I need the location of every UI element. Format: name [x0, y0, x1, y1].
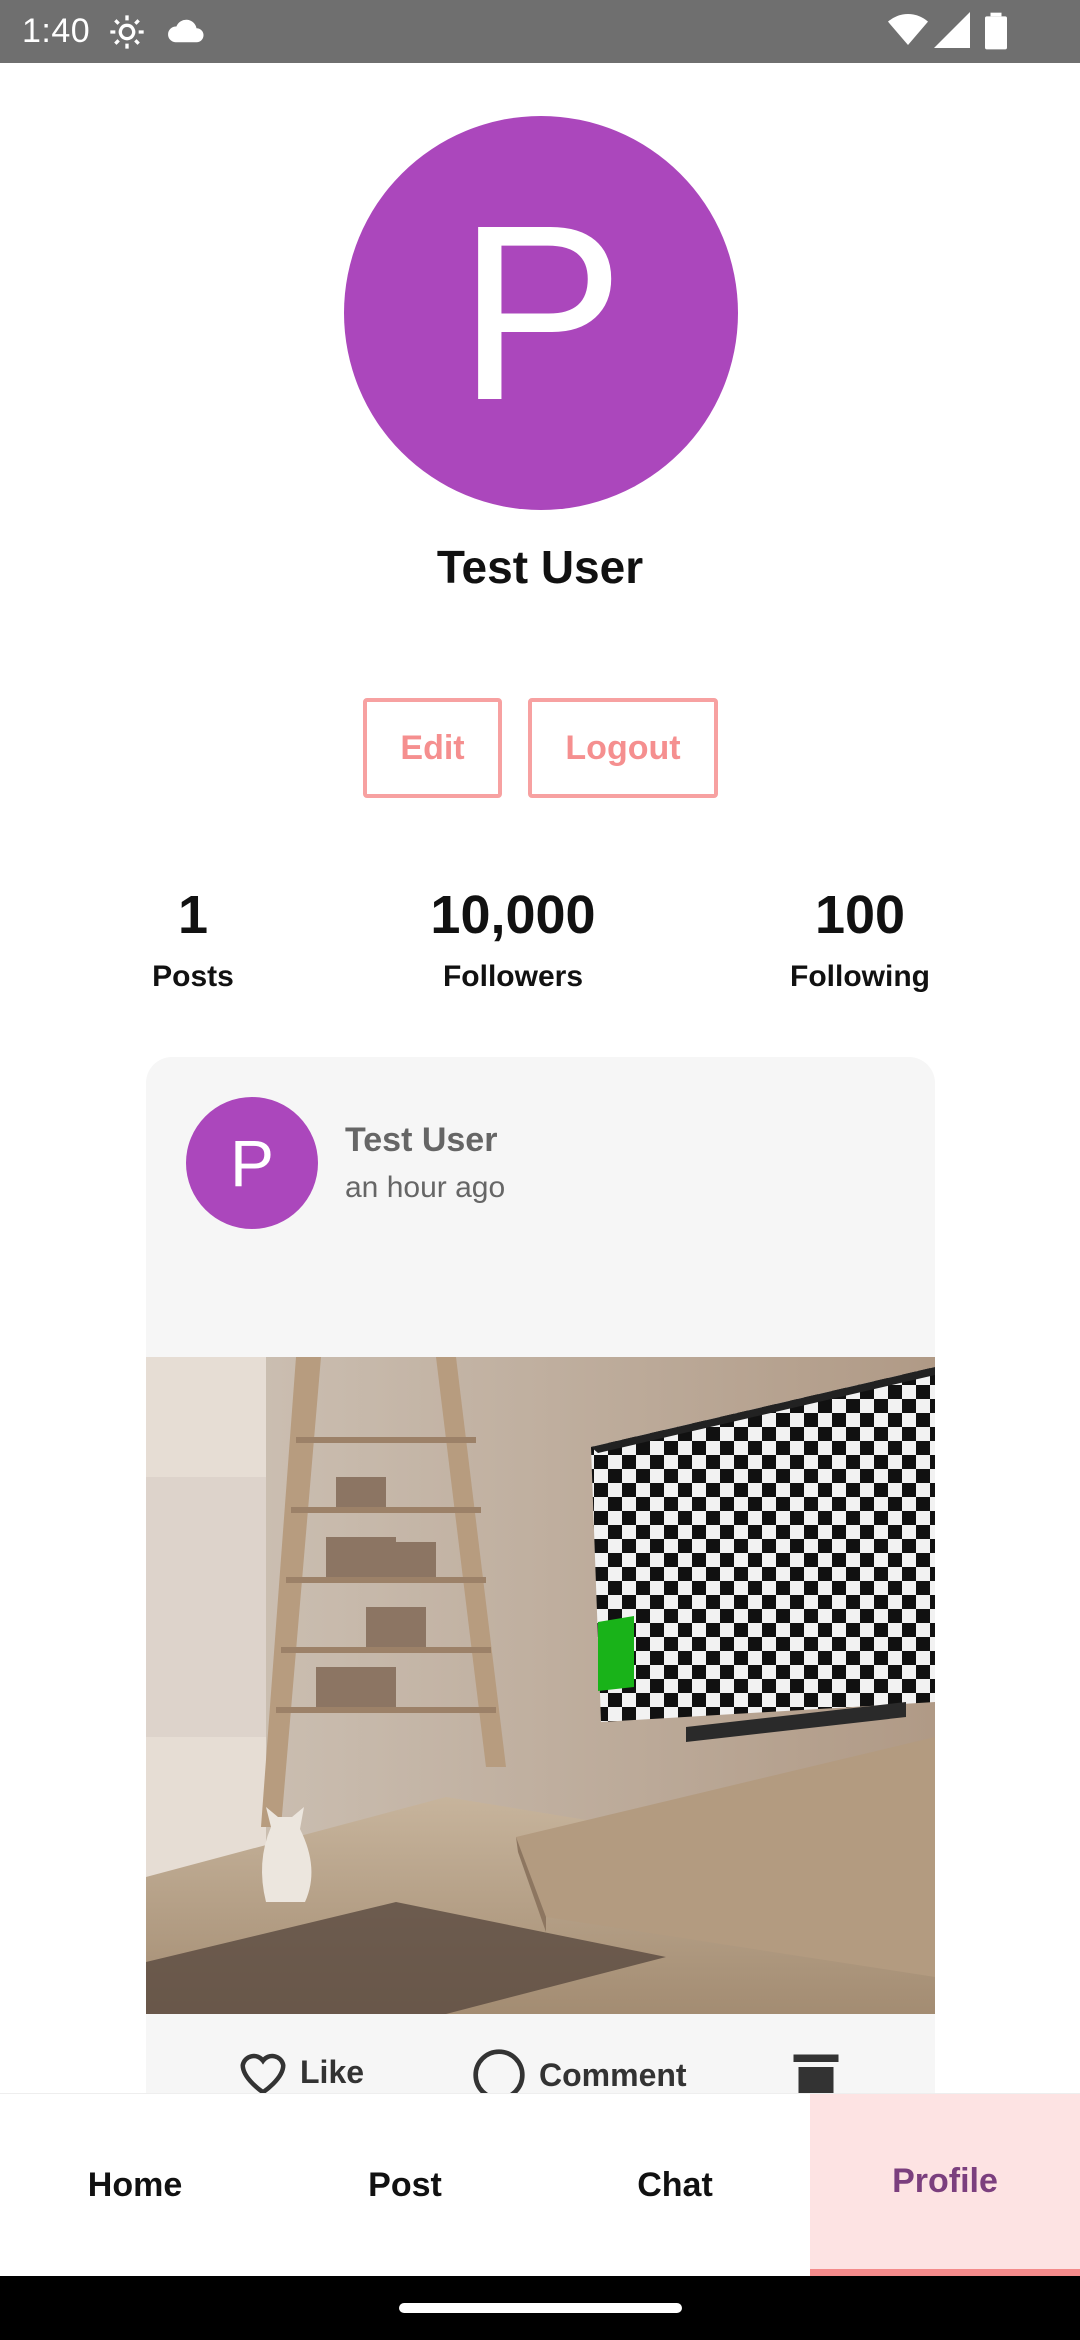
post-author-name[interactable]: Test User [345, 1121, 497, 1160]
like-button[interactable]: Like [236, 2047, 364, 2097]
wifi-icon [888, 14, 928, 45]
post-avatar-letter: P [229, 1126, 275, 1200]
nav-profile[interactable]: Profile [810, 2094, 1080, 2277]
stat-following-value: 100 [814, 885, 906, 945]
cloud-icon [168, 19, 204, 43]
battery-icon [985, 12, 1007, 50]
comment-label: Comment [539, 2056, 687, 2093]
stat-followers-value: 10,000 [430, 885, 596, 945]
logout-button[interactable]: Logout [528, 698, 718, 798]
post-timestamp: an hour ago [345, 1171, 506, 1204]
post-image[interactable] [146, 1357, 935, 2014]
stat-followers: 10,000 Followers [363, 880, 663, 994]
stat-followers-label: Followers [442, 960, 584, 993]
settings-icon [110, 15, 144, 49]
profile-avatar-letter: P [457, 173, 625, 452]
heart-icon [240, 2053, 286, 2095]
home-indicator[interactable] [399, 2303, 682, 2313]
edit-button[interactable]: Edit [363, 698, 502, 798]
stat-posts-label: Posts [152, 960, 234, 993]
stat-posts-value: 1 [177, 885, 209, 945]
nav-chat[interactable]: Chat [540, 2094, 810, 2277]
bottom-navigation: Home Post Chat Profile [0, 2093, 1080, 2277]
nav-post[interactable]: Post [270, 2094, 540, 2277]
status-bar: 1:40 [0, 0, 1080, 63]
stat-posts: 1 Posts [43, 880, 343, 994]
post-author-avatar[interactable]: P [186, 1097, 318, 1229]
profile-avatar: P [344, 116, 738, 510]
stat-following-label: Following [790, 960, 930, 993]
signal-icon [934, 12, 970, 48]
post-card[interactable]: P Test User an hour ago Like Comment [146, 1057, 935, 2147]
profile-name: Test User [436, 541, 644, 593]
nav-home[interactable]: Home [0, 2094, 270, 2277]
like-label: Like [300, 2053, 365, 2090]
stat-following: 100 Following [710, 880, 1010, 994]
gesture-bar [0, 2276, 1080, 2340]
status-time: 1:40 [22, 12, 91, 50]
